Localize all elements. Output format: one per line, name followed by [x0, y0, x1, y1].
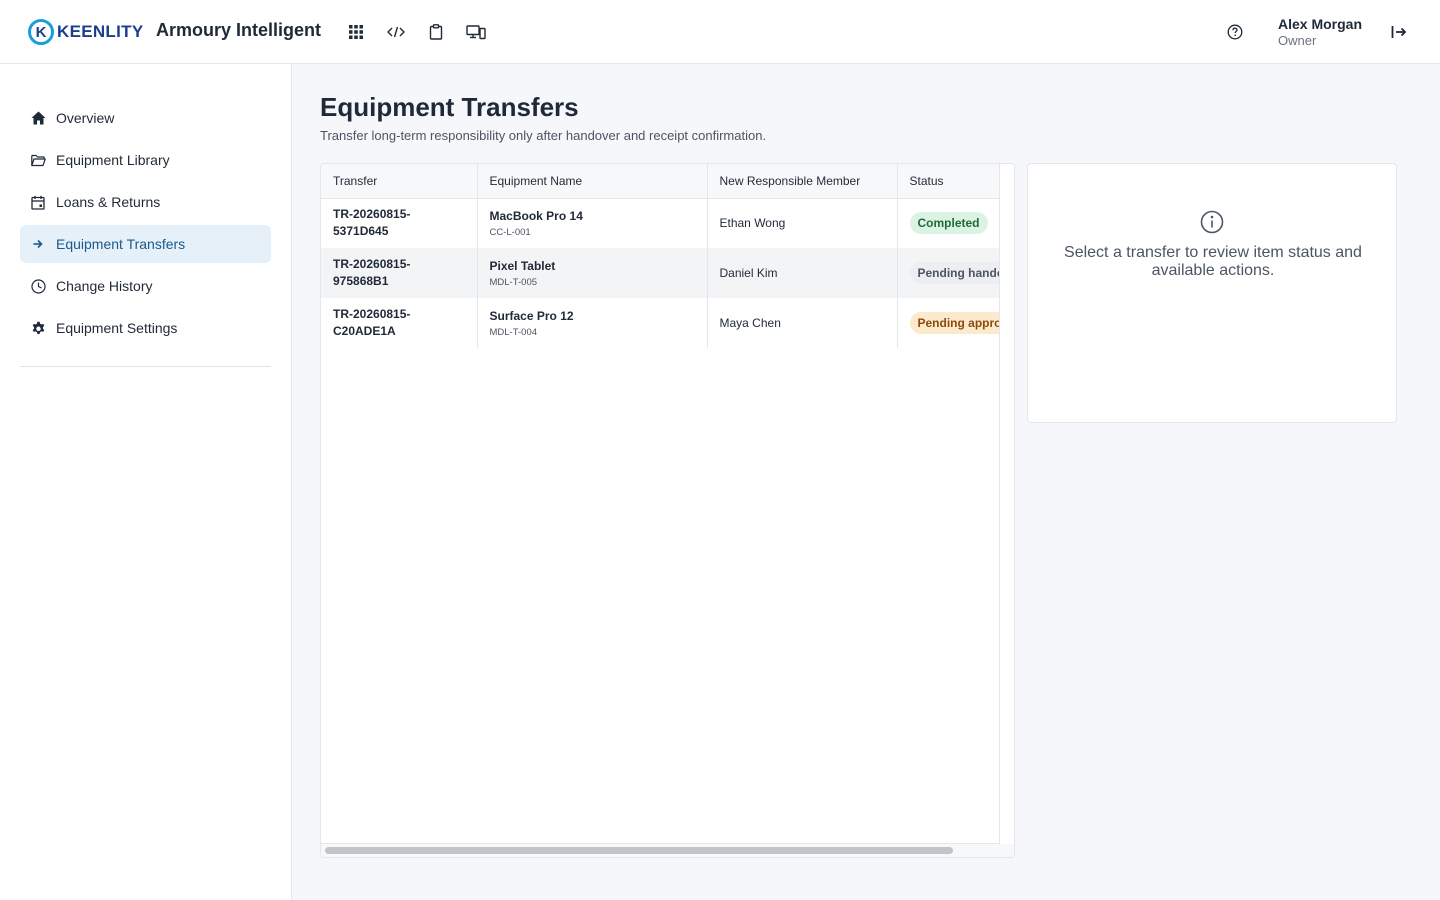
sidebar-item-label: Equipment Library — [56, 152, 170, 168]
equipment-code: MDL-T-004 — [489, 326, 538, 338]
transfer-id-cell: TR-20260815- 5371D645 — [321, 198, 478, 248]
clipboard-icon[interactable] — [426, 22, 446, 42]
status-badge: Pending approval — [909, 312, 999, 334]
transfer-id-line1: TR-20260815- — [333, 307, 411, 321]
table-row[interactable]: TR-20260815- 975868B1 Pixel Tablet MDL-T… — [321, 248, 999, 298]
status-badge: Completed — [909, 212, 988, 235]
transfer-id-line2: 5371D645 — [333, 224, 389, 239]
sidebar: Overview Equipment Library Loans & Retur… — [0, 64, 292, 900]
equipment-name: Pixel Tablet — [489, 258, 556, 273]
transfer-id-cell: TR-20260815- C20ADE1A — [321, 298, 478, 348]
sidebar-item-loans-returns[interactable]: Loans & Returns — [20, 183, 271, 221]
transfer-id-cell: TR-20260815- 975868B1 — [321, 248, 478, 298]
member-name: Maya Chen — [719, 316, 781, 330]
calendar-icon — [30, 194, 46, 210]
member-name: Ethan Wong — [719, 216, 786, 231]
equipment-cell: Pixel Tablet MDL-T-005 — [477, 248, 708, 298]
logo-mark-icon: K — [28, 19, 54, 45]
folder-icon — [30, 152, 46, 168]
sidebar-item-equipment-transfers[interactable]: Equipment Transfers — [20, 225, 271, 263]
member-cell: Maya Chen — [707, 298, 898, 348]
keenlity-logo[interactable]: K KEENLITY — [28, 18, 143, 46]
column-header-transfer[interactable]: Transfer — [321, 164, 478, 199]
sidebar-divider — [20, 366, 271, 367]
info-icon — [1200, 210, 1224, 234]
equipment-name: MacBook Pro 14 — [489, 208, 583, 223]
equipment-name: Surface Pro 12 — [489, 308, 574, 323]
transfers-table-container: Transfer Equipment Name New Responsible … — [320, 163, 1015, 858]
member-cell: Ethan Wong — [707, 198, 898, 248]
page-subtitle: Transfer long-term responsibility only a… — [320, 128, 767, 143]
sidebar-item-label: Change History — [56, 278, 153, 294]
status-badge: Pending handover — [909, 262, 999, 284]
equipment-code: CC-L-001 — [489, 226, 531, 238]
transfer-id-line2: C20ADE1A — [333, 324, 396, 338]
user-name[interactable]: Alex Morgan — [1278, 16, 1362, 32]
transfer-id-line2: 975868B1 — [333, 274, 389, 288]
sidebar-item-label: Equipment Settings — [56, 320, 178, 336]
status-cell: Pending approval — [897, 298, 999, 348]
transfers-table: Transfer Equipment Name New Responsible … — [321, 164, 999, 348]
sidebar-item-equipment-library[interactable]: Equipment Library — [20, 141, 271, 179]
equipment-code: MDL-T-005 — [489, 276, 538, 288]
sidebar-item-label: Loans & Returns — [56, 194, 161, 210]
logo-text: KEENLITY — [57, 22, 144, 41]
sidebar-item-equipment-settings[interactable]: Equipment Settings — [20, 309, 271, 347]
column-header-equipment-name[interactable]: Equipment Name — [477, 164, 708, 199]
home-icon — [30, 110, 46, 126]
table-row[interactable]: TR-20260815- 5371D645 MacBook Pro 14 CC-… — [321, 198, 999, 248]
equipment-cell: Surface Pro 12 MDL-T-004 — [477, 298, 708, 348]
status-cell: Pending handover — [897, 248, 999, 298]
user-role: Owner — [1278, 33, 1317, 48]
status-cell: Completed — [897, 198, 999, 248]
table-header-row: Transfer Equipment Name New Responsible … — [321, 164, 999, 199]
help-icon[interactable] — [1225, 22, 1245, 42]
transfer-detail-panel: Select a transfer to review item status … — [1027, 163, 1397, 423]
table-row[interactable]: TR-20260815- C20ADE1A Surface Pro 12 MDL… — [321, 298, 999, 348]
empty-state-message: Select a transfer to review item status … — [1064, 244, 1362, 279]
gear-icon — [30, 320, 46, 336]
column-header-status[interactable]: Status — [897, 164, 999, 199]
clock-icon — [30, 278, 46, 294]
logout-icon[interactable] — [1389, 22, 1409, 42]
sidebar-item-overview[interactable]: Overview — [20, 99, 271, 137]
transfers-table-scroll-area[interactable]: Transfer Equipment Name New Responsible … — [321, 164, 1000, 844]
sidebar-item-label: Equipment Transfers — [56, 236, 186, 252]
devices-icon[interactable] — [466, 22, 486, 42]
sidebar-item-change-history[interactable]: Change History — [20, 267, 271, 305]
horizontal-scrollbar[interactable] — [321, 844, 1014, 857]
code-icon[interactable] — [386, 22, 406, 42]
horizontal-scrollbar-thumb[interactable] — [325, 847, 953, 854]
sidebar-item-label: Overview — [56, 110, 115, 126]
top-header: K KEENLITY Armoury Intelligent Alex Morg… — [0, 0, 1440, 64]
page-title: Equipment Transfers — [320, 92, 579, 122]
equipment-cell: MacBook Pro 14 CC-L-001 — [477, 198, 708, 248]
member-cell: Daniel Kim — [707, 248, 898, 298]
arrow-right-icon — [30, 236, 46, 252]
app-name: Armoury Intelligent — [156, 20, 322, 40]
apps-grid-icon[interactable] — [346, 22, 366, 42]
column-header-new-responsible-member[interactable]: New Responsible Member — [707, 164, 898, 199]
transfer-id-line1: TR-20260815- — [333, 207, 411, 222]
transfer-id-line1: TR-20260815- — [333, 257, 411, 271]
member-name: Daniel Kim — [719, 266, 778, 280]
